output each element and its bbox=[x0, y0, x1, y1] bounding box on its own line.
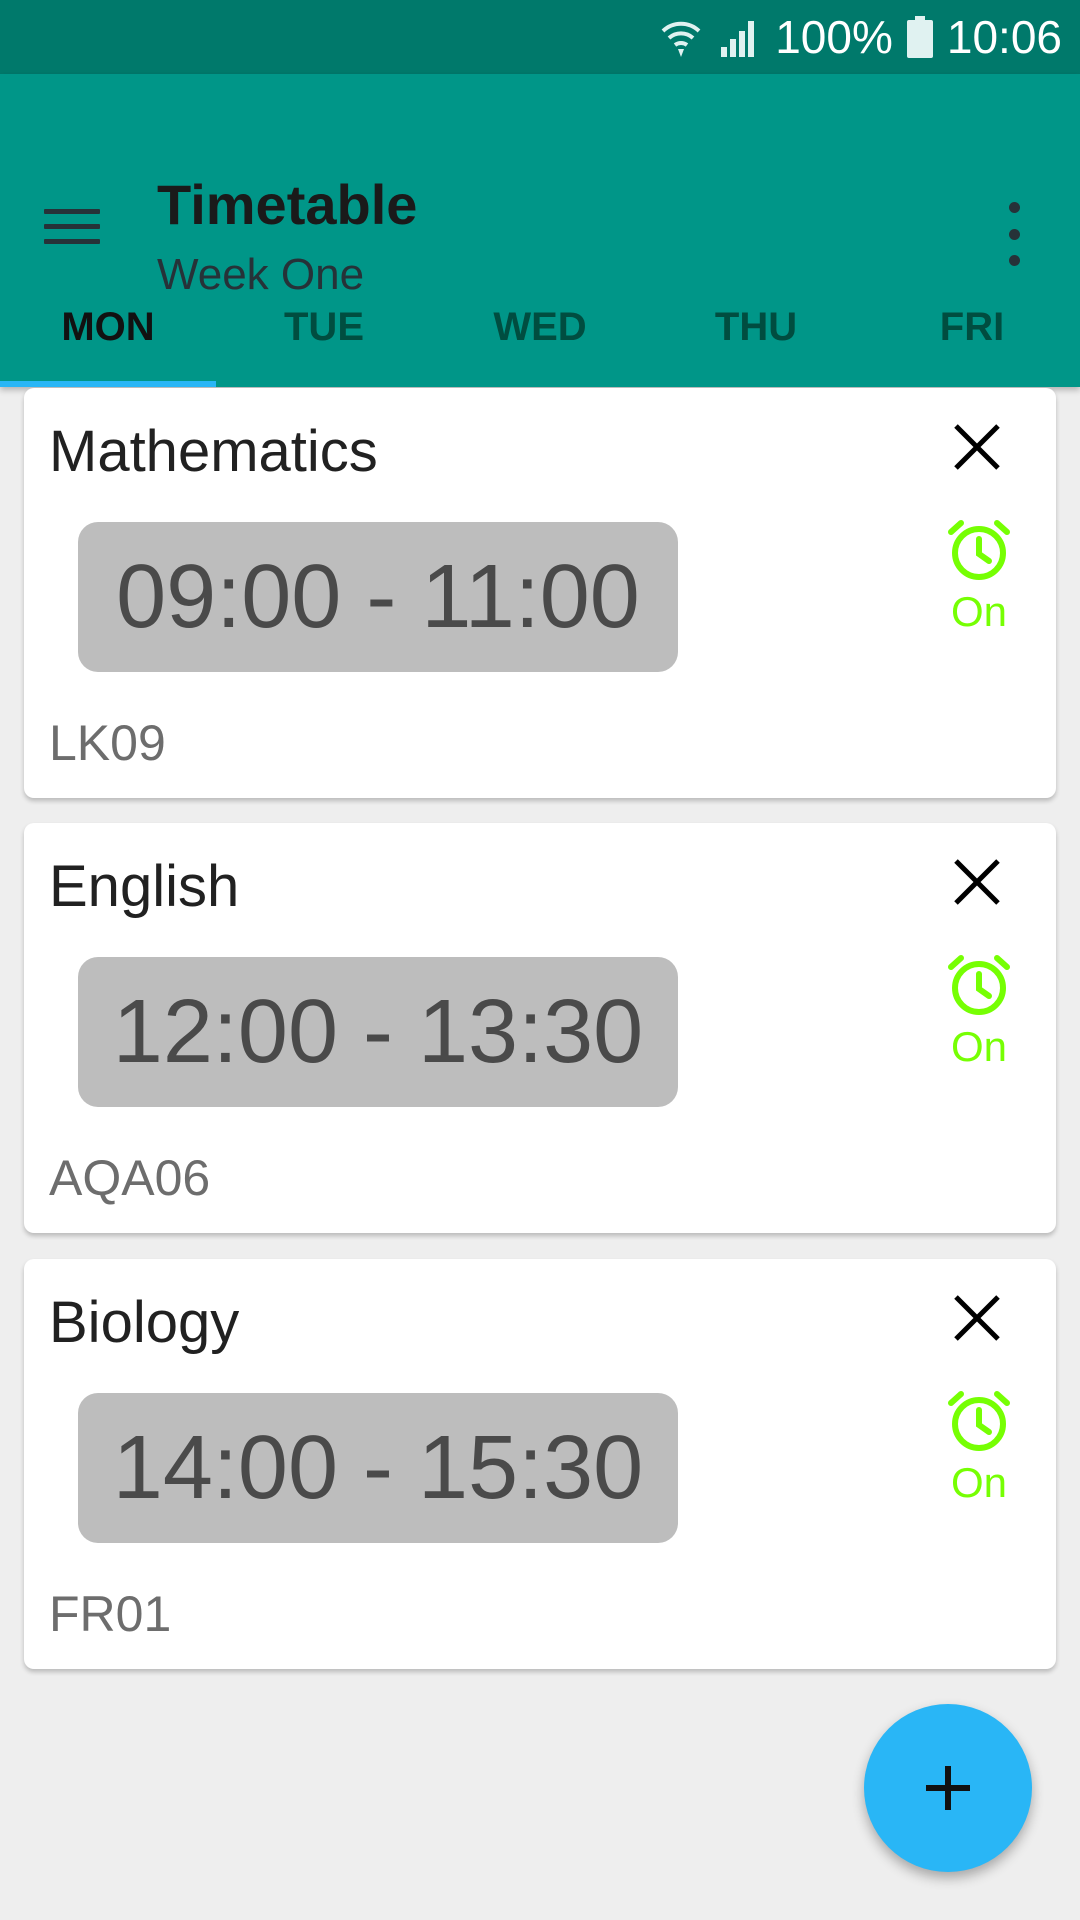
lesson-subject: Mathematics bbox=[49, 419, 378, 484]
alarm-toggle[interactable]: On bbox=[924, 516, 1034, 646]
tab-wed[interactable]: WED bbox=[432, 268, 648, 387]
battery-icon bbox=[906, 16, 933, 58]
tab-tue[interactable]: TUE bbox=[216, 268, 432, 387]
battery-percent: 100% bbox=[775, 11, 893, 63]
tab-mon[interactable]: MON bbox=[0, 268, 216, 387]
alarm-toggle[interactable]: On bbox=[924, 1387, 1034, 1517]
lesson-card[interactable]: English 12:00 - 13:30 AQA06 On bbox=[24, 823, 1056, 1233]
alarm-status: On bbox=[950, 588, 1008, 635]
add-lesson-button[interactable] bbox=[864, 1704, 1032, 1872]
close-icon[interactable] bbox=[944, 414, 1010, 480]
alarm-clock-icon bbox=[948, 955, 1010, 1015]
page-title: Timetable bbox=[157, 173, 418, 236]
alarm-status: On bbox=[950, 1023, 1008, 1070]
lesson-subject: Biology bbox=[49, 1290, 240, 1355]
lesson-time[interactable]: 09:00 - 11:00 bbox=[78, 522, 678, 672]
alarm-toggle[interactable]: On bbox=[924, 951, 1034, 1081]
menu-icon[interactable] bbox=[30, 184, 114, 268]
tab-fri[interactable]: FRI bbox=[864, 268, 1080, 387]
lesson-card[interactable]: Biology 14:00 - 15:30 FR01 On bbox=[24, 1259, 1056, 1669]
status-time: 10:06 bbox=[946, 11, 1062, 63]
plus-icon bbox=[926, 1766, 970, 1810]
alarm-clock-icon bbox=[948, 1391, 1010, 1451]
alarm-status: On bbox=[950, 1459, 1008, 1506]
alarm-clock-icon bbox=[948, 520, 1010, 580]
lesson-time[interactable]: 14:00 - 15:30 bbox=[78, 1393, 678, 1543]
close-icon[interactable] bbox=[944, 1285, 1010, 1351]
overflow-menu-icon[interactable] bbox=[986, 202, 1042, 266]
lesson-card[interactable]: Mathematics 09:00 - 11:00 LK09 On bbox=[24, 388, 1056, 798]
lesson-subject: English bbox=[49, 854, 240, 919]
lesson-room: FR01 bbox=[49, 1586, 172, 1642]
day-tabs: MON TUE WED THU FRI bbox=[0, 268, 1080, 387]
tab-thu[interactable]: THU bbox=[648, 268, 864, 387]
close-icon[interactable] bbox=[944, 849, 1010, 915]
lesson-room: AQA06 bbox=[49, 1150, 211, 1206]
signal-icon bbox=[717, 15, 761, 59]
lesson-room: LK09 bbox=[49, 715, 166, 771]
lesson-time[interactable]: 12:00 - 13:30 bbox=[78, 957, 678, 1107]
status-bar: 100% 10:06 bbox=[0, 0, 1080, 74]
wifi-icon bbox=[659, 15, 703, 59]
